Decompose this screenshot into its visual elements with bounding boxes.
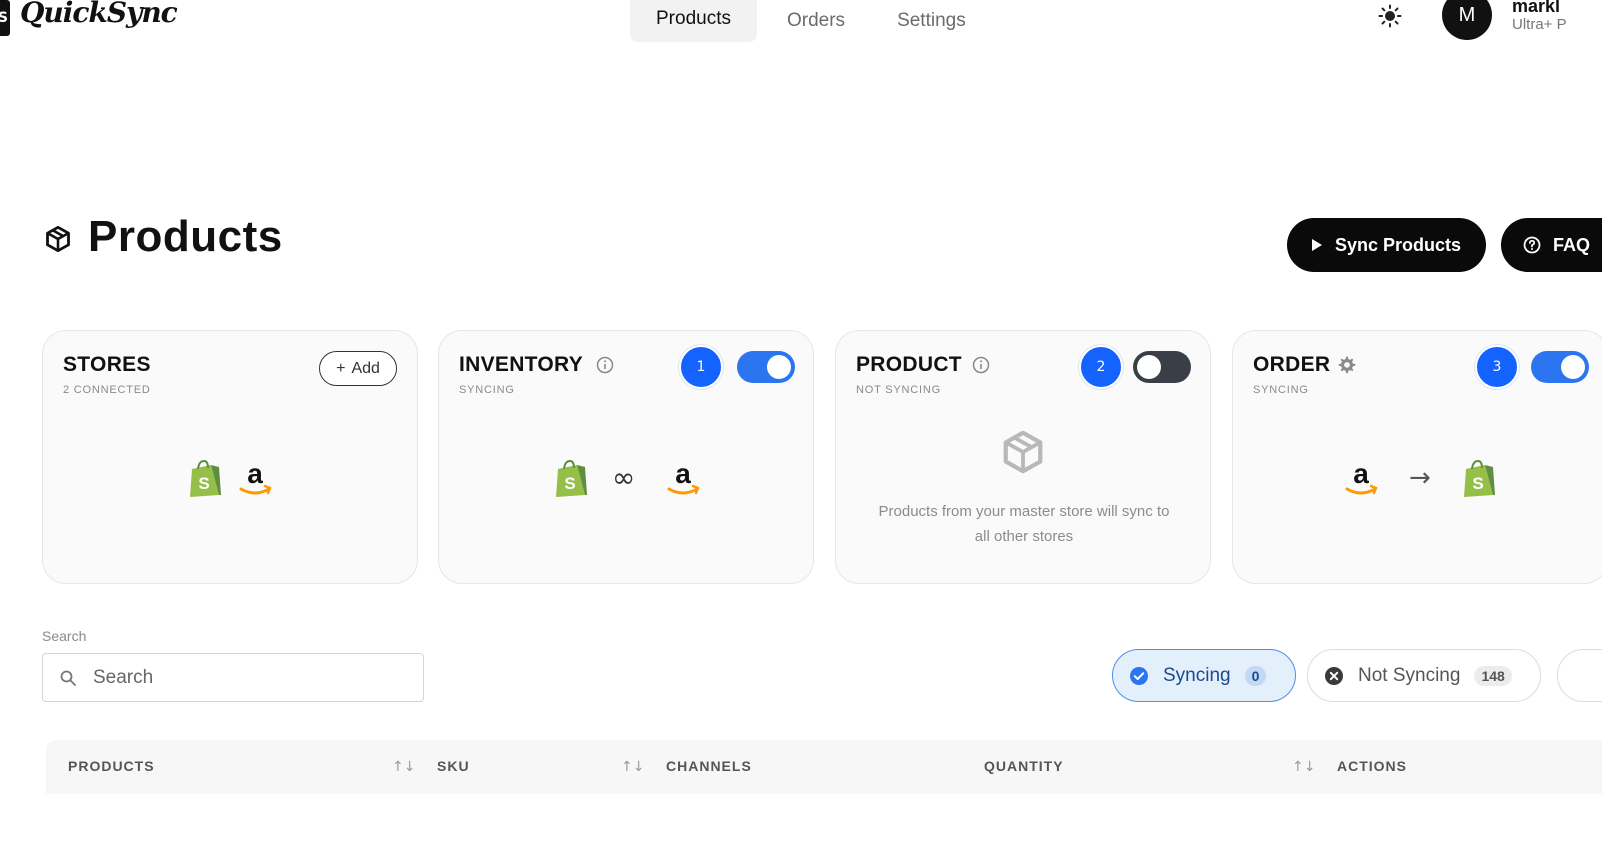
toggle-knob: [767, 355, 791, 379]
sort-icon[interactable]: ↑↓: [392, 759, 415, 777]
order-step-badge: 3: [1475, 345, 1519, 389]
filter-syncing-label: Syncing: [1163, 664, 1231, 686]
filter-not-syncing-label: Not Syncing: [1358, 664, 1461, 686]
order-sync-toggle[interactable]: [1531, 351, 1589, 383]
page-title: Products: [88, 212, 283, 261]
column-header-sku[interactable]: SKU: [437, 758, 470, 774]
filter-not-syncing-chip[interactable]: Not Syncing 148: [1307, 649, 1541, 702]
svg-text:S: S: [198, 474, 209, 493]
info-icon[interactable]: [972, 356, 990, 374]
user-avatar[interactable]: M: [1442, 0, 1492, 40]
order-card-subtitle: SYNCING: [1253, 384, 1309, 396]
filter-more-chip[interactable]: [1557, 649, 1602, 702]
shopify-logo-icon: S: [190, 459, 221, 497]
order-card-title: ORDER: [1253, 353, 1331, 376]
filter-not-syncing-count: 148: [1474, 665, 1512, 686]
filter-syncing-chip[interactable]: Syncing 0: [1112, 649, 1296, 702]
shopify-logo-icon: S: [556, 459, 587, 497]
inventory-card-title: INVENTORY: [459, 353, 584, 376]
x-circle-icon: [1325, 666, 1343, 685]
shopify-logo-icon: S: [1464, 459, 1495, 497]
faq-label: FAQ: [1553, 234, 1591, 255]
add-store-button[interactable]: + Add: [319, 351, 397, 386]
amazon-logo-icon: a: [1345, 459, 1378, 495]
sync-products-label: Sync Products: [1335, 234, 1462, 255]
nav-tab-settings[interactable]: Settings: [871, 0, 992, 42]
column-header-actions: ACTIONS: [1337, 758, 1407, 774]
product-sync-toggle[interactable]: [1133, 351, 1191, 383]
column-header-channels: CHANNELS: [666, 758, 752, 774]
faq-button[interactable]: FAQ: [1501, 218, 1602, 272]
brand-logo-text[interactable]: QuickSync: [20, 0, 178, 29]
user-plan: Ultra+ P: [1512, 16, 1567, 33]
product-empty-description: Products from your master store will syn…: [878, 503, 1170, 545]
theme-toggle-sun-icon[interactable]: [1378, 4, 1402, 28]
product-step-badge: 2: [1079, 345, 1123, 389]
sync-products-button[interactable]: Sync Products: [1287, 218, 1486, 272]
order-card: ORDER SYNCING 3 a → S: [1232, 330, 1602, 584]
inventory-card: INVENTORY SYNCING 1 S ∞ a: [438, 330, 814, 584]
box-icon: [1003, 430, 1043, 474]
search-icon: [60, 670, 76, 686]
svg-text:a: a: [1353, 459, 1369, 489]
arrow-right-icon: →: [1409, 463, 1431, 493]
info-icon[interactable]: [596, 356, 614, 374]
column-header-products[interactable]: PRODUCTS: [68, 758, 155, 774]
plus-icon: +: [336, 359, 346, 377]
filter-syncing-count: 0: [1244, 665, 1267, 686]
check-circle-icon: [1130, 666, 1148, 685]
search-label: Search: [42, 628, 87, 644]
product-card: PRODUCT NOT SYNCING 2 Products from your…: [835, 330, 1211, 584]
column-header-quantity[interactable]: QUANTITY: [984, 758, 1064, 774]
toggle-knob: [1561, 355, 1585, 379]
help-icon: [1523, 236, 1541, 254]
svg-text:a: a: [675, 459, 691, 489]
product-card-title: PRODUCT: [856, 353, 962, 376]
products-table-header: PRODUCTS ↑↓ SKU ↑↓ CHANNELS QUANTITY ↑↓ …: [46, 740, 1602, 794]
main-nav: Products Orders Settings: [630, 0, 992, 42]
stores-card-subtitle: 2 CONNECTED: [63, 384, 151, 396]
add-store-label: Add: [351, 359, 380, 377]
product-card-subtitle: NOT SYNCING: [856, 384, 941, 396]
inventory-sync-toggle[interactable]: [737, 351, 795, 383]
sort-icon[interactable]: ↑↓: [621, 759, 644, 777]
amazon-logo-icon: a: [239, 459, 272, 495]
inventory-card-subtitle: SYNCING: [459, 384, 515, 396]
nav-tab-products[interactable]: Products: [630, 0, 757, 42]
inventory-step-badge: 1: [679, 345, 723, 389]
box-icon: [46, 225, 70, 253]
sort-icon[interactable]: ↑↓: [1292, 759, 1315, 777]
svg-text:a: a: [247, 459, 263, 489]
svg-text:S: S: [1472, 474, 1483, 493]
toggle-knob: [1137, 355, 1161, 379]
user-name: markl: [1512, 0, 1561, 16]
search-field[interactable]: [42, 653, 424, 702]
svg-text:S: S: [564, 474, 575, 493]
brand-logo-mark[interactable]: S: [0, 0, 10, 36]
search-input[interactable]: [93, 662, 413, 694]
gear-icon[interactable]: [1337, 355, 1357, 375]
amazon-logo-icon: a: [667, 459, 700, 495]
stores-card: STORES 2 CONNECTED + Add S a: [42, 330, 418, 584]
infinity-icon: ∞: [612, 461, 636, 494]
nav-tab-orders[interactable]: Orders: [757, 0, 871, 42]
stores-card-title: STORES: [63, 353, 151, 376]
top-navigation-bar: S QuickSync Products Orders Settings M m…: [0, 0, 1602, 48]
play-icon: [1312, 239, 1322, 251]
